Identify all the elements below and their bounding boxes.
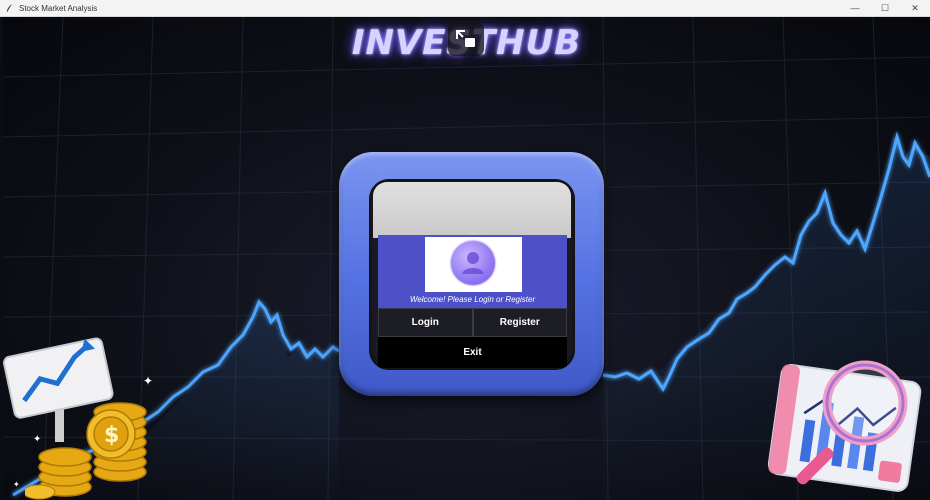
svg-text:✦: ✦ [143,374,153,388]
analytics-magnifier-illustration [767,360,922,492]
login-frame: Welcome! Please Login or Register Login … [339,152,604,396]
app-canvas: INVESTHUB Welcome! Please Login or [3,17,930,500]
svg-text:$: $ [104,423,119,448]
welcome-text: Welcome! Please Login or Register [409,295,536,304]
welcome-band: Welcome! Please Login or Register [378,235,567,308]
login-button[interactable]: Login [378,308,473,337]
minimize-button[interactable]: — [840,0,870,16]
maximize-button[interactable]: ☐ [870,0,900,16]
exit-fullscreen-button[interactable] [448,22,484,56]
auth-button-row: Login Register [378,308,567,337]
gold-coins-illustration: $ [25,402,147,500]
minimize-window-icon [456,30,475,47]
panel-header [373,182,571,238]
title-bar: Stock Market Analysis — ☐ ✕ [0,0,930,17]
feather-icon [6,4,13,12]
window-title: Stock Market Analysis [19,3,98,13]
login-screen: Welcome! Please Login or Register Login … [369,179,575,370]
register-button[interactable]: Register [472,308,567,337]
svg-text:✦: ✦ [13,480,20,489]
user-avatar-icon [451,241,495,285]
avatar-container [425,237,522,292]
exit-button[interactable]: Exit [378,337,567,368]
close-button[interactable]: ✕ [900,0,930,16]
